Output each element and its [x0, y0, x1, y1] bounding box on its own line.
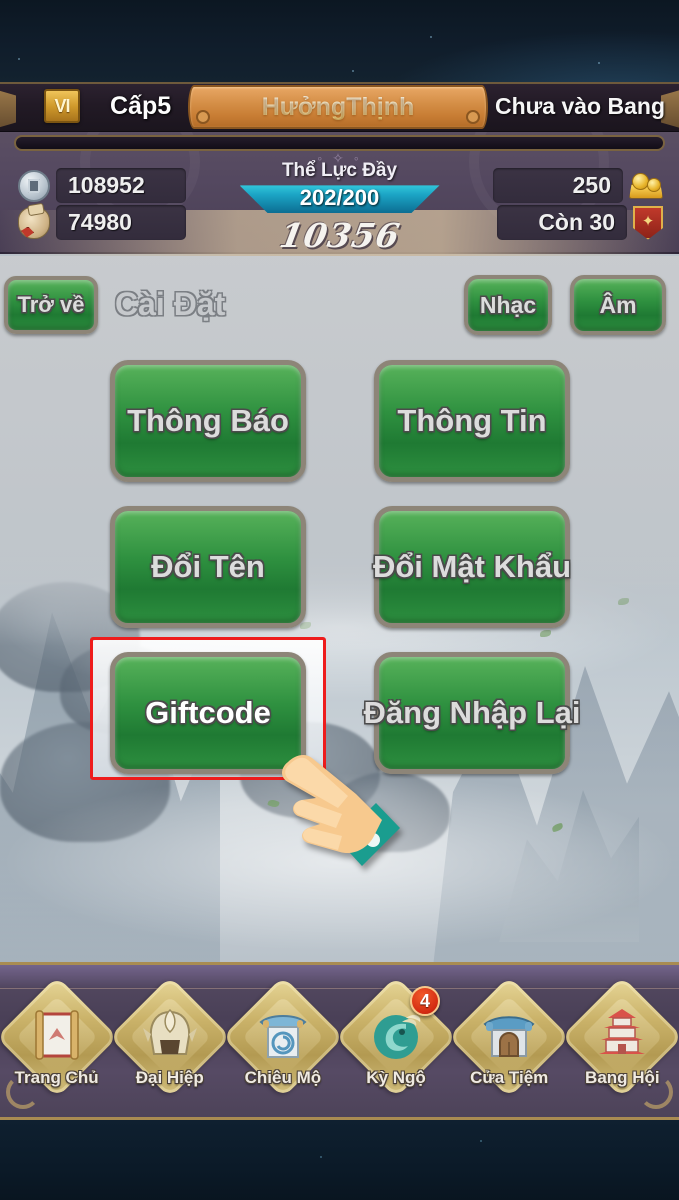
nav-item-bang-hoi[interactable]: Bang Hội [561, 976, 679, 1114]
night-sky [0, 0, 679, 120]
menu-button-label: Thông Tin [397, 403, 547, 438]
gold-ingot-icon [629, 171, 663, 201]
helmet-icon [140, 1006, 200, 1066]
menu-button-dang-nhap-lai[interactable]: Đăng Nhập Lại [364, 652, 581, 774]
stamina-meter[interactable]: Thể Lực Đầy 202/200 [210, 160, 470, 213]
player-name-plate[interactable]: HưởngThịnh [188, 85, 488, 129]
medal-stat[interactable]: Còn 30 [497, 205, 663, 240]
menu-button-label: Đổi Mật Khẩu [372, 549, 572, 584]
menu-button-thong-bao[interactable]: Thông Báo [110, 360, 306, 482]
scroll-banner-icon [27, 1006, 87, 1066]
silver-value-box: 108952 [56, 168, 186, 203]
menu-button-doi-mat-khau[interactable]: Đổi Mật Khẩu [372, 506, 572, 628]
ingot-value: 250 [572, 172, 611, 198]
sound-toggle-button[interactable]: Âm [570, 275, 666, 335]
nav-item-label: Đại Hiệp [135, 1068, 204, 1087]
nav-item-cua-tiem[interactable]: Cửa Tiệm [448, 976, 571, 1114]
page-title: Cài Đặt [115, 286, 226, 322]
bag-value: 74980 [68, 209, 132, 235]
vip-badge[interactable]: VI [44, 89, 80, 123]
dragon-icon [366, 1006, 426, 1066]
bottom-dark-area [0, 1120, 679, 1200]
nav-item-label: Cửa Tiệm [470, 1068, 549, 1087]
top-divider-rail [14, 135, 665, 151]
menu-button-thong-tin[interactable]: Thông Tin [374, 360, 570, 482]
menu-button-label: Thông Báo [127, 403, 289, 438]
game-screen: VI Cấp5 HưởngThịnh Chưa vào Bang ◦ ✧ ◦ 1… [0, 0, 679, 1200]
stamina-label: Thể Lực Đầy [281, 160, 398, 181]
coin-icon [18, 169, 50, 202]
pointing-hand-cursor [278, 748, 403, 878]
stamina-value: 202/200 [299, 185, 380, 210]
menu-button-label: Đổi Tên [151, 549, 265, 584]
medal-value-box: Còn 30 [497, 205, 627, 240]
back-button-label: Trở về [17, 292, 85, 317]
ingot-stat[interactable]: 250 [493, 168, 663, 203]
nav-item-label: Chiêu Mộ [244, 1068, 322, 1087]
header-scroll-left-ornament [0, 88, 16, 130]
bottom-navigation: Trang Chủ Đại Hiệp Chiêu Mộ 4 Kỳ Ngộ Cửa… [0, 976, 679, 1120]
shop-icon [479, 1006, 539, 1066]
bag-stat[interactable]: 74980 [18, 205, 186, 240]
medal-value: Còn 30 [538, 209, 615, 235]
silver-stat[interactable]: 108952 [18, 168, 186, 203]
nav-badge-count: 4 [410, 986, 441, 1016]
medal-icon [633, 205, 663, 240]
money-bag-icon [18, 206, 50, 239]
recruit-gate-icon [253, 1006, 313, 1066]
menu-button-label: Đăng Nhập Lại [363, 695, 581, 730]
nav-item-dai-hiep[interactable]: Đại Hiệp [108, 976, 231, 1114]
back-button[interactable]: Trở về [4, 276, 98, 334]
ingot-value-box: 250 [493, 168, 623, 203]
sound-button-label: Âm [599, 291, 637, 318]
nav-item-trang-chu[interactable]: Trang Chủ [0, 976, 118, 1114]
music-button-label: Nhạc [479, 291, 537, 318]
silver-value: 108952 [68, 172, 145, 198]
pagoda-icon [592, 1006, 652, 1066]
bag-value-box: 74980 [56, 205, 186, 240]
menu-button-giftcode[interactable]: Giftcode [110, 652, 306, 774]
bottom-nav-rail [0, 965, 679, 989]
nav-item-label: Trang Chủ [14, 1068, 99, 1087]
menu-button-label: Giftcode [145, 695, 271, 730]
menu-button-doi-ten[interactable]: Đổi Tên [110, 506, 306, 628]
server-id: 10356 [276, 216, 403, 255]
nav-item-ky-ngo[interactable]: 4 Kỳ Ngộ [335, 976, 457, 1114]
nav-item-chieu-mo[interactable]: Chiêu Mộ [222, 976, 344, 1114]
nav-item-label: Kỳ Ngộ [366, 1068, 426, 1087]
music-toggle-button[interactable]: Nhạc [464, 275, 552, 335]
guild-status[interactable]: Chưa vào Bang [495, 90, 665, 122]
nav-item-label: Bang Hội [585, 1068, 660, 1087]
player-name-label: HưởngThịnh [261, 92, 415, 121]
player-level: Cấp5 [110, 92, 172, 120]
stamina-bar: 202/200 [239, 185, 440, 213]
